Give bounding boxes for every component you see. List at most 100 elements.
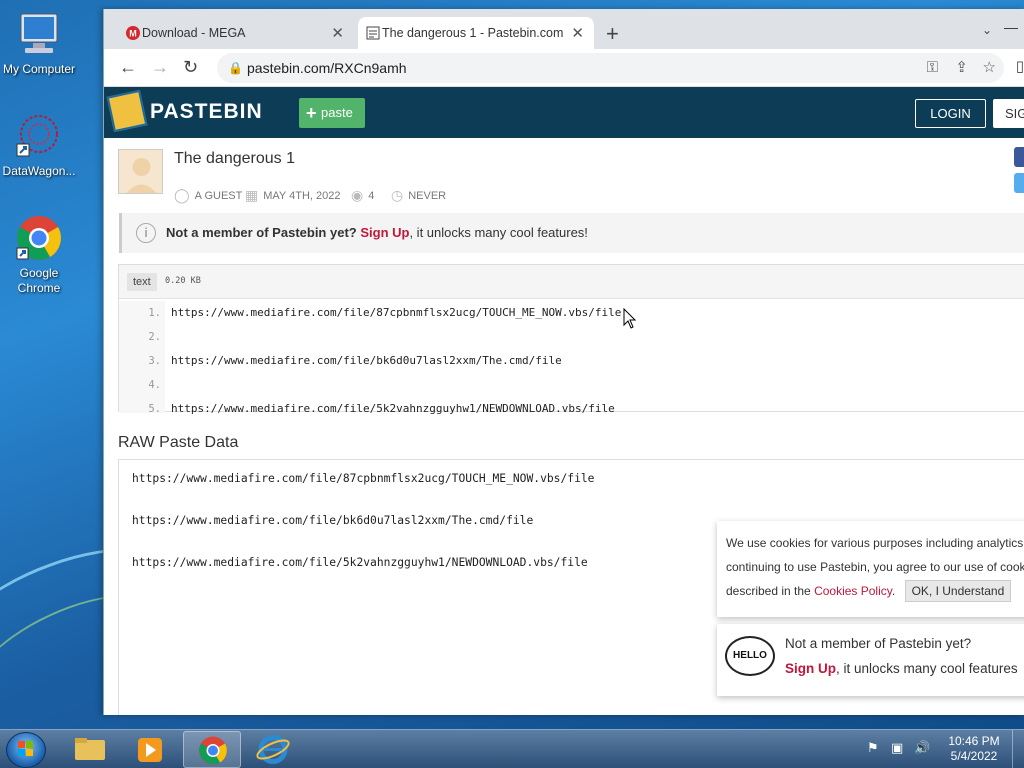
raw-line: https://www.mediafire.com/file/87cpbnmfl… xyxy=(132,472,595,485)
action-center-icon[interactable]: ⚑ xyxy=(867,740,879,756)
avatar xyxy=(118,149,163,194)
code-viewer: text 0.20 KB 1. https://www.mediafire.co… xyxy=(118,264,1024,415)
taskbar-internet-explorer[interactable] xyxy=(244,731,302,768)
internet-explorer-icon xyxy=(256,735,290,764)
sidebar-icon[interactable]: ▯ xyxy=(1016,57,1024,75)
close-icon[interactable]: ✕ xyxy=(571,24,584,42)
line-number: 4. xyxy=(148,379,161,391)
code-line: 3. https://www.mediafire.com/file/bk6d0u… xyxy=(119,349,1024,373)
cookie-text-2: continuing to use Pastebin, you agree to… xyxy=(726,560,1024,574)
taskbar-chrome[interactable] xyxy=(183,731,241,768)
line-number: 5. xyxy=(148,403,161,415)
back-arrow-icon[interactable]: ← xyxy=(119,57,137,78)
paste-meta-author: ◯ A GUEST xyxy=(174,187,242,204)
code-text: https://www.mediafire.com/file/bk6d0u7la… xyxy=(171,354,562,367)
pastebin-favicon-icon xyxy=(366,26,380,40)
calendar-icon: ▦ xyxy=(245,187,259,203)
reload-icon[interactable]: ↻ xyxy=(183,57,198,78)
eye-icon: ◉ xyxy=(351,187,364,203)
taskbar-media-player[interactable] xyxy=(122,731,180,768)
login-button[interactable]: LOGIN xyxy=(915,99,986,128)
twitter-share-icon[interactable] xyxy=(1014,173,1024,193)
forward-arrow-icon[interactable]: → xyxy=(151,57,169,78)
tab-mega[interactable]: M Download - MEGA ✕ xyxy=(118,17,354,49)
start-button[interactable] xyxy=(6,732,46,768)
tab-title: The dangerous 1 - Pastebin.com xyxy=(382,26,564,40)
address-bar[interactable]: 🔒 pastebin.com/RXCn9amh ⚿ ⇪ ☆ xyxy=(217,53,1004,83)
cookies-policy-link[interactable]: Cookies Policy xyxy=(814,584,892,598)
star-icon[interactable]: ☆ xyxy=(983,53,996,83)
line-number: 3. xyxy=(148,355,161,367)
new-paste-button[interactable]: + paste xyxy=(299,98,365,128)
windows-logo-icon xyxy=(18,741,33,756)
pastebin-logo-icon[interactable] xyxy=(106,89,148,133)
tab-title: Download - MEGA xyxy=(142,26,246,40)
datawagon-icon xyxy=(15,112,63,160)
size-label: 0.20 KB xyxy=(165,276,201,286)
desktop-icon-datawagon[interactable]: DataWagon... xyxy=(0,112,78,179)
share-icon[interactable]: ⇪ xyxy=(955,53,968,83)
promo-signup-link[interactable]: Sign Up xyxy=(785,661,836,676)
clock-icon: ◷ xyxy=(391,187,404,203)
notice-lead: Not a member of Pastebin yet? xyxy=(166,225,357,240)
member-notice: i Not a member of Pastebin yet? Sign Up,… xyxy=(119,213,1024,253)
tab-strip: M Download - MEGA ✕ The dangerous 1 - Pa… xyxy=(104,9,1024,49)
clock-date: 5/4/2022 xyxy=(950,749,998,763)
code-line: 1. https://www.mediafire.com/file/87cpbn… xyxy=(119,301,1024,325)
url-text: pastebin.com/RXCn9amh xyxy=(247,60,407,76)
author-text: A GUEST xyxy=(194,189,243,202)
notice-tail: , it unlocks many cool features! xyxy=(409,225,588,240)
hello-bubble-icon: HELLO xyxy=(725,636,775,676)
site-brand[interactable]: PASTEBIN xyxy=(150,100,263,124)
signup-link[interactable]: Sign Up xyxy=(360,225,409,240)
network-icon[interactable]: ▣ xyxy=(891,740,903,756)
code-line: 2. xyxy=(119,325,1024,349)
facebook-share-icon[interactable] xyxy=(1014,147,1024,167)
cookie-text-3: described in the Cookies Policy. OK, I U… xyxy=(726,579,1024,603)
code-line: 4. xyxy=(119,373,1024,397)
line-number: 2. xyxy=(148,331,161,343)
minimize-icon[interactable]: — xyxy=(1004,19,1018,35)
plus-icon: + xyxy=(306,103,317,123)
system-clock[interactable]: 10:46 PM 5/4/2022 xyxy=(944,734,1004,764)
language-badge[interactable]: text xyxy=(127,273,157,291)
date-text: MAY 4TH, 2022 xyxy=(263,189,341,202)
code-header: text 0.20 KB xyxy=(119,265,1024,299)
cookie-accept-button[interactable]: OK, I Understand xyxy=(904,580,1012,602)
chevron-down-icon[interactable]: ⌄ xyxy=(982,23,992,37)
folder-icon xyxy=(75,738,105,760)
pastebin-page: PASTEBIN + paste LOGIN SIG The dangerous… xyxy=(104,87,1024,715)
clock-time: 10:46 PM xyxy=(948,734,1000,748)
paste-meta-expiry: ◷ NEVER xyxy=(391,187,446,204)
cookie-banner: We use cookies for various purposes incl… xyxy=(717,521,1024,617)
taskbar: ⚑ ▣ 🔊 10:46 PM 5/4/2022 xyxy=(0,729,1024,768)
promo-lead: Not a member of Pastebin yet? xyxy=(785,636,972,651)
tab-pastebin[interactable]: The dangerous 1 - Pastebin.com ✕ xyxy=(358,17,594,49)
taskbar-explorer[interactable] xyxy=(61,731,119,768)
show-desktop-button[interactable] xyxy=(1012,730,1024,768)
desktop-icon-label: Google Chrome xyxy=(17,266,61,295)
signup-button[interactable]: SIG xyxy=(993,99,1024,128)
desktop-icon-my-computer[interactable]: My Computer xyxy=(0,10,78,77)
lock-icon: 🔒 xyxy=(228,61,243,75)
computer-icon xyxy=(15,10,63,58)
media-player-icon xyxy=(138,738,162,762)
paste-button-label: paste xyxy=(321,105,353,120)
new-tab-button[interactable]: + xyxy=(606,21,619,47)
user-icon: ◯ xyxy=(174,187,190,203)
raw-line: https://www.mediafire.com/file/5k2vahnzg… xyxy=(132,556,588,569)
browser-window: M Download - MEGA ✕ The dangerous 1 - Pa… xyxy=(103,9,1024,715)
close-icon[interactable]: ✕ xyxy=(331,24,344,42)
expiry-text: NEVER xyxy=(408,189,447,202)
signup-promo: HELLO Not a member of Pastebin yet? Sign… xyxy=(717,624,1024,696)
volume-icon[interactable]: 🔊 xyxy=(914,740,930,756)
mega-icon: M xyxy=(126,26,140,40)
code-text: https://www.mediafire.com/file/5k2vahnzg… xyxy=(171,402,615,415)
raw-data-heading: RAW Paste Data xyxy=(118,434,239,451)
desktop-icon-google-chrome[interactable]: Google Chrome xyxy=(0,214,78,296)
svg-text:M: M xyxy=(129,29,137,39)
key-icon[interactable]: ⚿ xyxy=(927,53,938,83)
raw-line: https://www.mediafire.com/file/bk6d0u7la… xyxy=(132,514,534,527)
code-line: 5. https://www.mediafire.com/file/5k2vah… xyxy=(119,397,1024,415)
paste-title: The dangerous 1 xyxy=(174,150,295,167)
